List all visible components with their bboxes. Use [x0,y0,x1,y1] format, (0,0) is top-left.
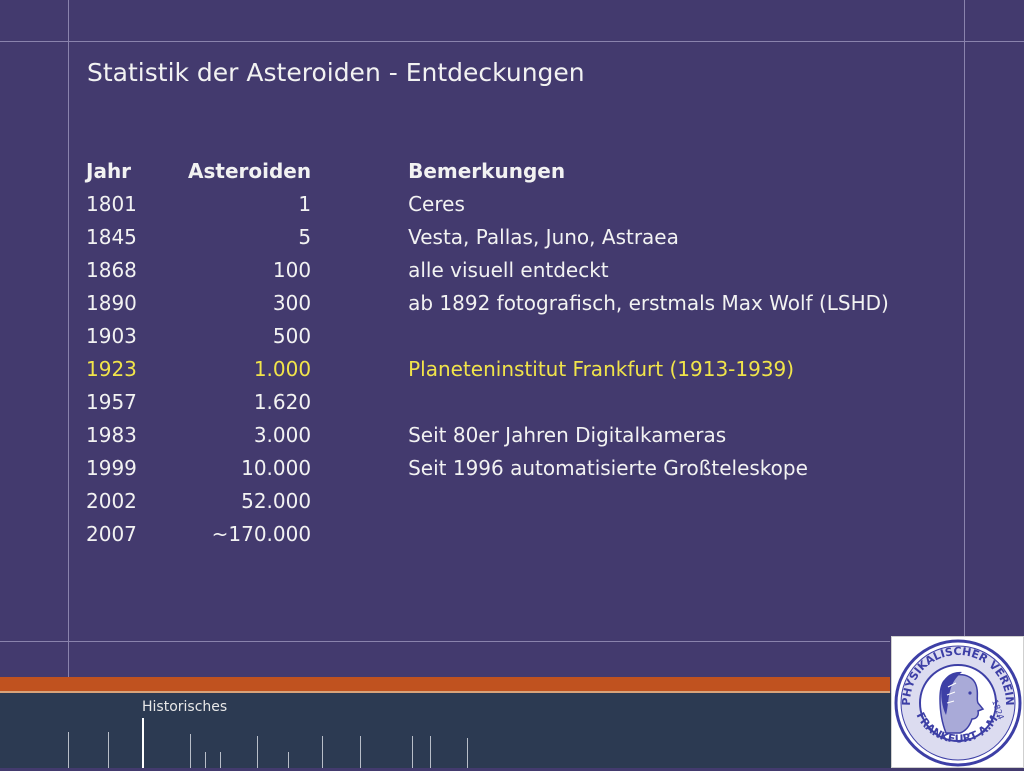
row-count: 52.000 [241,488,312,513]
row-count: 3.000 [253,422,312,447]
row-year: 1957 [86,389,137,414]
slide-title: Statistik der Asteroiden - Entdeckungen [87,58,585,87]
seal-emblem: PHYSIKALISCHER VEREIN FRANKFURT A.M. 182… [894,639,1022,767]
footer-section-label: Historisches [142,699,228,715]
table-row: 1999 10.000 Seit 1996 automatisierte Gro… [86,451,889,484]
row-count: 1.000 [253,356,312,381]
table-row: 1845 5 Vesta, Pallas, Juno, Astraea [86,220,889,253]
row-count: 300 [272,290,312,315]
row-year: 1923 [86,356,137,381]
asteroid-statistics-table: Jahr Asteroiden Bemerkungen 1801 1 Ceres… [86,154,889,550]
row-note [408,484,889,517]
row-note [408,517,889,550]
row-year: 1868 [86,257,137,282]
table-row: 2002 52.000 [86,484,889,517]
frame-line-top [0,41,1024,42]
row-year: 1999 [86,455,137,480]
table-header-row: Jahr Asteroiden Bemerkungen [86,154,889,187]
row-count: 1 [298,191,312,216]
table-row: 1890 300 ab 1892 fotografisch, erstmals … [86,286,889,319]
row-note [408,385,889,418]
row-count: 100 [272,257,312,282]
row-note: ab 1892 fotografisch, erstmals Max Wolf … [408,290,889,315]
row-note: Seit 80er Jahren Digitalkameras [408,422,727,447]
header-year: Jahr [86,158,132,183]
table-row: 1868 100 alle visuell entdeckt [86,253,889,286]
row-note: Seit 1996 automatisierte Großteleskope [408,455,808,480]
table-row: 1801 1 Ceres [86,187,889,220]
row-note: Planeteninstitut Frankfurt (1913-1939) [408,356,795,381]
row-note [408,319,889,352]
row-year: 1983 [86,422,137,447]
row-count: 1.620 [253,389,312,414]
row-year: 1903 [86,323,137,348]
table-row: 1903 500 [86,319,889,352]
accent-bar [0,677,890,691]
row-year: 1890 [86,290,137,315]
row-count: 5 [298,224,312,249]
row-note: Ceres [408,191,465,216]
frame-line-bottom [0,641,890,642]
physikalischer-verein-logo: PHYSIKALISCHER VEREIN FRANKFURT A.M. 182… [891,636,1024,768]
table-row-highlighted: 1923 1.000 Planeteninstitut Frankfurt (1… [86,352,889,385]
table-row: 1983 3.000 Seit 80er Jahren Digitalkamer… [86,418,889,451]
row-year: 1801 [86,191,137,216]
row-year: 1845 [86,224,137,249]
row-year: 2007 [86,521,137,546]
row-count: ~170.000 [211,521,312,546]
table-row: 1957 1.620 [86,385,889,418]
header-spacer [311,154,408,187]
row-note: Vesta, Pallas, Juno, Astraea [408,224,679,249]
row-count: 500 [272,323,312,348]
header-asteroids: Asteroiden [188,158,312,183]
frame-line-right [964,0,965,636]
row-year: 2002 [86,488,137,513]
table-row: 2007 ~170.000 [86,517,889,550]
frame-line-left [68,0,69,677]
row-note: alle visuell entdeckt [408,257,609,282]
row-count: 10.000 [241,455,312,480]
header-remarks: Bemerkungen [408,158,566,183]
